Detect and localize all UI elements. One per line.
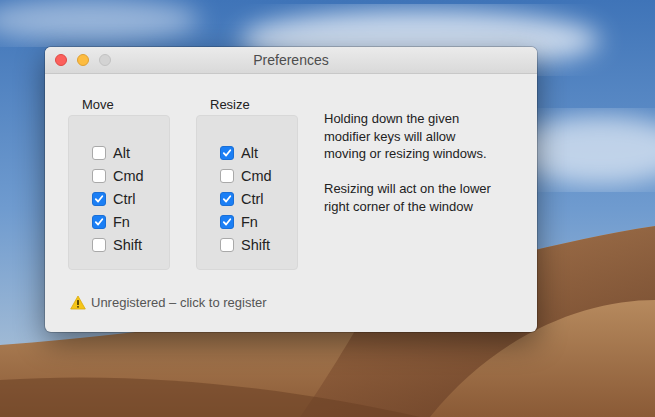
checkbox[interactable] <box>92 146 106 160</box>
checkbox[interactable] <box>92 215 106 229</box>
checkmark-icon <box>94 217 104 227</box>
option-label[interactable]: Cmd <box>241 168 272 184</box>
option-label[interactable]: Ctrl <box>241 191 264 207</box>
option-label[interactable]: Fn <box>241 214 258 230</box>
option-label[interactable]: Fn <box>113 214 130 230</box>
modifier-option[interactable]: Cmd <box>220 164 291 187</box>
registration-text[interactable]: Unregistered – click to register <box>91 295 267 310</box>
checkbox[interactable] <box>220 215 234 229</box>
modifier-option[interactable]: Alt <box>220 141 291 164</box>
checkbox[interactable] <box>220 146 234 160</box>
window-controls <box>45 54 111 66</box>
option-label[interactable]: Shift <box>241 237 270 253</box>
preferences-window: Preferences Move Alt Cmd Ctrl Fn Shift Resize Al… <box>45 47 537 332</box>
group-label: Resize <box>196 97 298 113</box>
group-label: Move <box>68 97 170 113</box>
settings-area: Move Alt Cmd Ctrl Fn Shift Resize Alt Cmd Ctrl Fn S… <box>68 97 517 270</box>
checkbox[interactable] <box>92 238 106 252</box>
minimize-button[interactable] <box>77 54 89 66</box>
modifier-option[interactable]: Ctrl <box>220 187 291 210</box>
checkmark-icon <box>222 194 232 204</box>
modifier-option[interactable]: Alt <box>92 141 163 164</box>
registration-link[interactable]: Unregistered – click to register <box>68 295 517 310</box>
title-bar[interactable]: Preferences <box>45 47 537 74</box>
modifier-group: Resize Alt Cmd Ctrl Fn Shift <box>196 97 298 270</box>
checkmark-icon <box>222 148 232 158</box>
window-content: Move Alt Cmd Ctrl Fn Shift Resize Alt Cmd Ctrl Fn S… <box>45 74 537 330</box>
group-box: Alt Cmd Ctrl Fn Shift <box>68 115 170 270</box>
modifier-group: Move Alt Cmd Ctrl Fn Shift <box>68 97 170 270</box>
description-paragraph: Holding down the given modifier keys wil… <box>324 110 492 163</box>
checkmark-icon <box>222 217 232 227</box>
option-label[interactable]: Cmd <box>113 168 144 184</box>
checkbox[interactable] <box>92 169 106 183</box>
description: Holding down the given modifier keys wil… <box>324 97 492 233</box>
checkbox[interactable] <box>220 238 234 252</box>
modifier-option[interactable]: Cmd <box>92 164 163 187</box>
option-label[interactable]: Ctrl <box>113 191 136 207</box>
modifier-option[interactable]: Fn <box>220 210 291 233</box>
window-title: Preferences <box>45 52 537 68</box>
close-button[interactable] <box>55 54 67 66</box>
description-paragraph: Resizing will act on the lower right cor… <box>324 180 492 215</box>
checkbox[interactable] <box>92 192 106 206</box>
modifier-option[interactable]: Shift <box>92 233 163 256</box>
warning-icon <box>70 295 86 310</box>
modifier-option[interactable]: Shift <box>220 233 291 256</box>
option-label[interactable]: Alt <box>113 145 130 161</box>
option-label[interactable]: Shift <box>113 237 142 253</box>
group-box: Alt Cmd Ctrl Fn Shift <box>196 115 298 270</box>
checkbox[interactable] <box>220 192 234 206</box>
option-label[interactable]: Alt <box>241 145 258 161</box>
zoom-button <box>99 54 111 66</box>
modifier-option[interactable]: Fn <box>92 210 163 233</box>
checkbox[interactable] <box>220 169 234 183</box>
checkmark-icon <box>94 194 104 204</box>
modifier-option[interactable]: Ctrl <box>92 187 163 210</box>
